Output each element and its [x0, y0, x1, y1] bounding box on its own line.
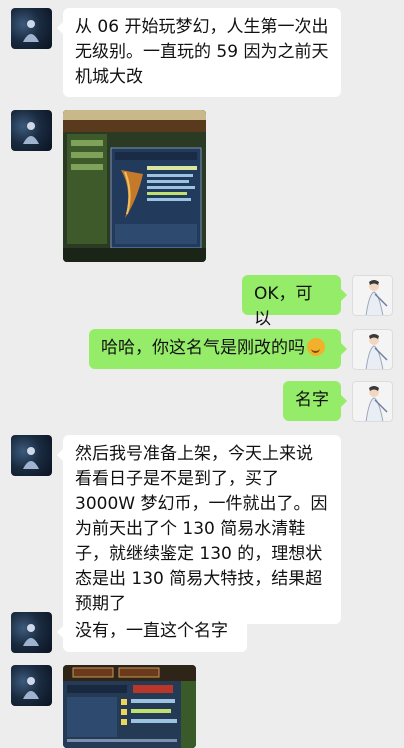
contact-avatar[interactable] [11, 665, 52, 706]
contact-avatar[interactable] [11, 435, 52, 476]
message-text: 然后我号准备上架，今天上来说看看日子是不是到了，买了 3000W 梦幻币，一件就… [75, 444, 328, 614]
message-text: 从 06 开始玩梦幻，人生第一次出无级别。一直玩的 59 因为之前天机城大改 [75, 17, 329, 87]
contact-avatar[interactable] [11, 612, 52, 653]
person-silhouette-icon [23, 20, 39, 42]
message-bubble[interactable]: 从 06 开始玩梦幻，人生第一次出无级别。一直玩的 59 因为之前天机城大改 [57, 8, 341, 97]
thinking-face-icon [307, 338, 325, 356]
game-screenshot-image[interactable] [63, 110, 206, 262]
character-avatar-icon [365, 280, 388, 315]
message-bubble[interactable]: 名字 [283, 381, 347, 421]
person-silhouette-icon [23, 624, 39, 646]
contact-avatar[interactable] [11, 8, 52, 49]
message-bubble[interactable]: OK，可以 [242, 275, 347, 329]
my-avatar[interactable] [352, 329, 393, 370]
person-silhouette-icon [23, 677, 39, 699]
person-silhouette-icon [23, 447, 39, 469]
message-text: 没有，一直这个名字 [75, 621, 228, 641]
message-text: OK，可以 [254, 284, 313, 329]
person-silhouette-icon [23, 122, 39, 144]
my-avatar[interactable] [352, 275, 393, 316]
message-bubble[interactable]: 哈哈，你这名气是刚改的吗 [89, 329, 347, 369]
character-avatar-icon [365, 386, 388, 421]
character-avatar-icon [365, 334, 388, 369]
game-screenshot-character-icon [63, 665, 196, 748]
message-text: 哈哈，你这名气是刚改的吗 [101, 338, 305, 358]
my-avatar[interactable] [352, 381, 393, 422]
game-screenshot-equipment-icon [63, 110, 206, 262]
contact-avatar[interactable] [11, 110, 52, 151]
game-screenshot-image[interactable] [63, 665, 196, 748]
message-text: 名字 [295, 390, 329, 410]
message-bubble[interactable]: 然后我号准备上架，今天上来说看看日子是不是到了，买了 3000W 梦幻币，一件就… [57, 435, 341, 624]
message-bubble[interactable]: 没有，一直这个名字 [57, 612, 247, 652]
chat-thread: 从 06 开始玩梦幻，人生第一次出无级别。一直玩的 59 因为之前天机城大改 O… [0, 0, 404, 748]
